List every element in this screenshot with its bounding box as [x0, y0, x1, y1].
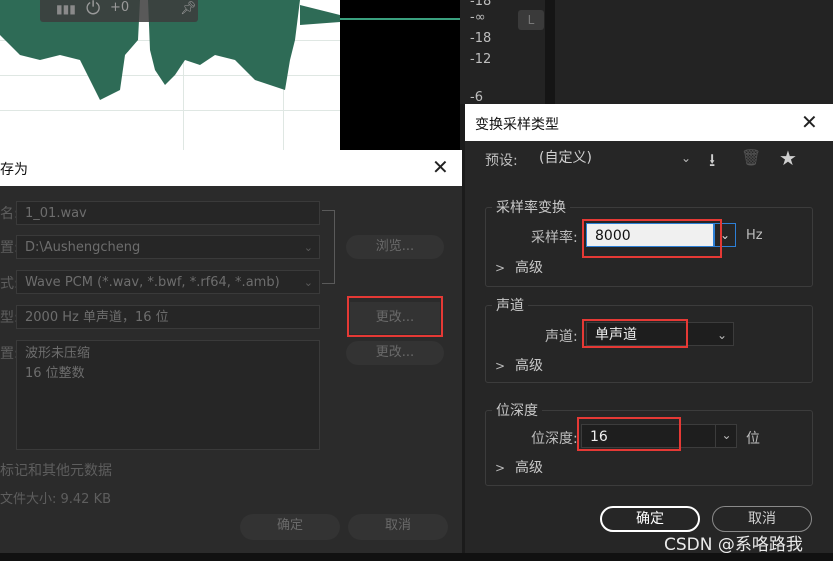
location-value: D:\Aushengcheng: [25, 240, 141, 255]
level-meter-panel: [460, 0, 833, 104]
format-settings-box: 波形未压缩 16 位整数: [16, 340, 320, 450]
chevron-down-icon: ⌄: [303, 241, 313, 254]
save-as-titlebar: 存为 ✕: [0, 150, 462, 186]
format-settings-line-1: 波形未压缩: [25, 346, 91, 361]
meter-label: -12: [470, 52, 492, 67]
meter-left-channel-button[interactable]: L: [518, 10, 544, 30]
close-icon[interactable]: ✕: [432, 155, 449, 179]
save-as-cancel-button[interactable]: 取消: [348, 514, 448, 540]
meter-label: -6: [470, 90, 483, 105]
meter-label: -18: [470, 0, 492, 9]
waveform-view[interactable]: [0, 0, 340, 150]
highlight-box: [347, 296, 443, 337]
sample-rate-group-title: 采样率变换: [492, 197, 570, 217]
chevron-down-icon[interactable]: ⌄: [715, 424, 737, 448]
hud-value: +0: [110, 0, 130, 15]
format-settings-change-button[interactable]: 更改...: [346, 341, 444, 365]
sample-rate-advanced-toggle[interactable]: > 高级: [495, 257, 543, 277]
highlight-box: [582, 319, 688, 348]
highlight-box: [577, 417, 681, 451]
bit-depth-label: 位深度:: [531, 431, 578, 447]
preset-label: 预设:: [485, 153, 518, 169]
chevron-right-icon: >: [495, 261, 506, 275]
file-name-input[interactable]: 1_01.wav: [16, 201, 320, 225]
metadata-checkbox-label[interactable]: 标记和其他元数据: [0, 460, 112, 480]
format-value: Wave PCM (*.wav, *.bwf, *.rf64, *.amb): [25, 275, 280, 290]
power-icon[interactable]: ⏻: [86, 0, 100, 19]
watermark: CSDN @系咯路我: [664, 535, 803, 555]
chevron-right-icon: >: [495, 359, 506, 373]
save-preset-icon[interactable]: ⭳: [709, 148, 715, 178]
file-size-text: 文件大小: 9.42 KB: [0, 492, 112, 507]
format-settings-line-2: 16 位整数: [25, 366, 85, 381]
waveform-flatline: [340, 18, 460, 20]
level-icon: ▮▮▮: [56, 2, 76, 16]
channels-label: 声道:: [545, 329, 578, 345]
convert-cancel-button[interactable]: 取消: [712, 506, 812, 532]
channels-advanced-toggle[interactable]: > 高级: [495, 355, 543, 375]
sample-type-field: 2000 Hz 单声道，16 位: [16, 305, 320, 329]
bracket-divider: [322, 210, 335, 284]
meter-label: -18: [470, 31, 492, 46]
advanced-label: 高级: [515, 460, 543, 476]
chevron-down-icon: ⌄: [680, 151, 691, 165]
waveform-empty-region: [340, 0, 460, 150]
trash-icon[interactable]: 🗑︎: [741, 148, 761, 167]
convert-ok-button[interactable]: 确定: [600, 506, 700, 532]
convert-titlebar: 变换采样类型 ✕: [465, 104, 833, 141]
browse-button[interactable]: 浏览...: [346, 235, 444, 259]
meter-label: -∞: [470, 10, 486, 25]
sample-rate-unit: Hz: [746, 228, 763, 243]
save-as-dialog: 存为 ✕ 名: 1_01.wav 置: D:\Aushengcheng ⌄ 式:…: [0, 150, 462, 553]
close-icon[interactable]: ✕: [801, 110, 818, 134]
chevron-right-icon: >: [495, 461, 506, 475]
preset-select[interactable]: (自定义) ⌄: [531, 146, 697, 172]
bit-depth-advanced-toggle[interactable]: > 高级: [495, 457, 543, 477]
sample-rate-label: 采样率:: [531, 230, 578, 246]
advanced-label: 高级: [515, 260, 543, 276]
chevron-down-icon: ⌄: [303, 276, 313, 289]
channels-group-title: 声道: [492, 295, 528, 315]
advanced-label: 高级: [515, 358, 543, 374]
pin-icon[interactable]: 📌︎: [180, 1, 197, 16]
format-select[interactable]: Wave PCM (*.wav, *.bwf, *.rf64, *.amb) ⌄: [16, 270, 320, 294]
save-as-title: 存为: [0, 162, 28, 178]
save-as-ok-button[interactable]: 确定: [240, 514, 340, 540]
chevron-down-icon: ⌄: [716, 328, 727, 342]
meter-bar: [545, 0, 555, 104]
highlight-box: [582, 219, 722, 258]
bit-depth-unit: 位: [746, 431, 760, 447]
star-icon[interactable]: ★: [779, 146, 797, 170]
preset-value: (自定义): [539, 150, 592, 166]
convert-title: 变换采样类型: [475, 117, 559, 133]
convert-sample-type-dialog: 变换采样类型 ✕ 预设: (自定义) ⌄ ⭳ 🗑︎ ★ 采样率变换 采样率: 8…: [465, 104, 833, 561]
waveform-shape: [0, 0, 340, 100]
bit-depth-group-title: 位深度: [492, 400, 542, 420]
location-select[interactable]: D:\Aushengcheng ⌄: [16, 235, 320, 259]
